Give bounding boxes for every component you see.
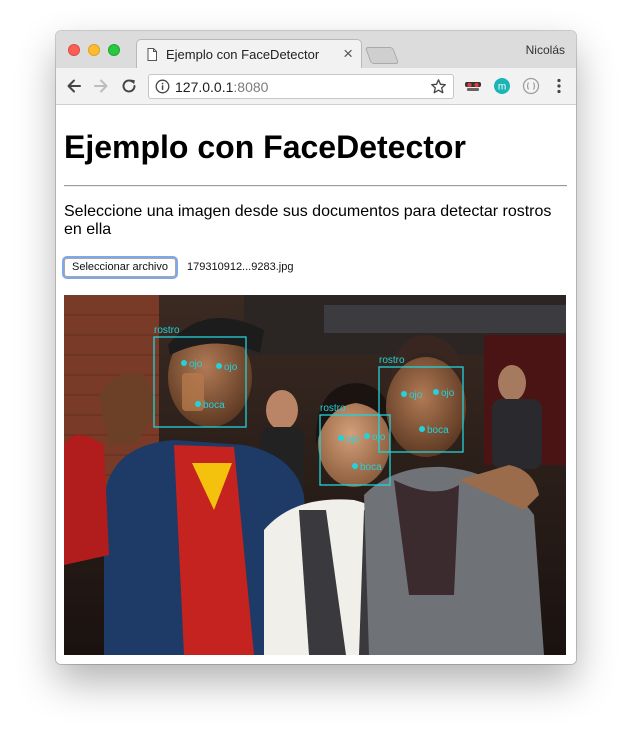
address-bar[interactable]: 127.0.0.1:8080: [148, 74, 454, 99]
page-document-icon: [147, 48, 157, 61]
mouth-label: boca: [360, 462, 382, 473]
svg-text:m: m: [498, 82, 506, 93]
browser-tab[interactable]: Ejemplo con FaceDetector ×: [136, 39, 362, 69]
horizontal-rule: [64, 185, 567, 187]
tab-title: Ejemplo con FaceDetector: [166, 47, 320, 62]
forward-arrow-icon[interactable]: [92, 77, 110, 95]
tab-strip: Ejemplo con FaceDetector × Nicolás: [56, 31, 576, 69]
star-icon[interactable]: [430, 78, 447, 95]
instructions-text: Seleccione una imagen desde sus document…: [64, 203, 552, 238]
window-minimize-button[interactable]: [88, 44, 100, 56]
browser-toolbar: 127.0.0.1:8080 m: [56, 68, 576, 105]
face-detection-photo: rostro ojo ojo boca rostro ojo ojo boca: [64, 295, 566, 655]
back-arrow-icon[interactable]: [65, 77, 83, 95]
page-content: Ejemplo con FaceDetector Seleccione una …: [56, 105, 576, 664]
eye-label: ojo: [372, 432, 386, 443]
face-label: rostro: [154, 325, 180, 336]
man-right-face: [386, 357, 466, 457]
more-vert-icon[interactable]: [550, 77, 568, 95]
selected-file-name: 179310912...9283.jpg: [187, 261, 294, 273]
mouth-label: boca: [427, 425, 449, 436]
eye-label: ojo: [224, 362, 238, 373]
new-tab-button[interactable]: [364, 47, 400, 64]
red-sleeve: [64, 435, 109, 565]
eye-label: ojo: [409, 390, 423, 401]
window-close-button[interactable]: [68, 44, 80, 56]
circle-extension-icon[interactable]: [522, 77, 540, 95]
window-maximize-button[interactable]: [108, 44, 120, 56]
face-label: rostro: [320, 403, 346, 414]
background-person-face: [266, 390, 298, 430]
background-person-face: [498, 365, 526, 401]
face-label: rostro: [379, 355, 405, 366]
reload-icon[interactable]: [120, 77, 138, 95]
eye-label: ojo: [189, 359, 203, 370]
mouth-label: boca: [203, 400, 225, 411]
url-text: 127.0.0.1:8080: [175, 79, 268, 95]
profile-name[interactable]: Nicolás: [526, 43, 565, 57]
eye-label: ojo: [441, 388, 455, 399]
tab-close-icon[interactable]: ×: [343, 44, 353, 64]
page-title: Ejemplo con FaceDetector: [64, 129, 466, 165]
url-port: :8080: [233, 79, 269, 95]
incognito-extension-icon[interactable]: [464, 77, 482, 95]
choose-file-button[interactable]: Seleccionar archivo: [64, 258, 176, 277]
url-host: 127.0.0.1: [175, 79, 234, 95]
m-extension-icon[interactable]: m: [493, 77, 511, 95]
browser-window: Ejemplo con FaceDetector × Nicolás 127.0…: [56, 31, 576, 664]
eye-label: ojo: [346, 434, 360, 445]
info-icon[interactable]: [155, 79, 170, 94]
